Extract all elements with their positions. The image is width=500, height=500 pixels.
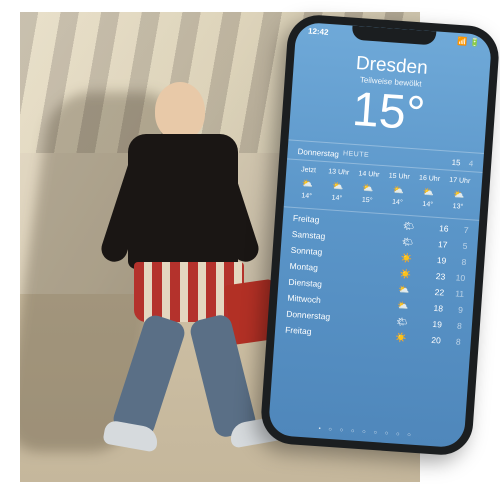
phone-notch: [352, 26, 437, 46]
weather-icon: ⛅: [444, 187, 473, 202]
weather-icon: ☀️: [381, 331, 422, 345]
weather-icon: 🌤: [387, 235, 428, 249]
hour-col: 17 Uhr⛅13°: [443, 175, 474, 213]
weather-app-screen[interactable]: 12:42 📶 🔋 Dresden Teilweise bewölkt 15° …: [268, 22, 492, 449]
hour-col: 13 Uhr⛅14°: [322, 167, 353, 205]
weather-icon: ⛅: [414, 185, 443, 200]
status-time: 12:42: [308, 26, 329, 36]
weather-icon: ⛅: [293, 177, 322, 192]
weather-icon: ⛅: [353, 181, 382, 196]
weather-icon: ⛅: [384, 183, 413, 198]
weather-icon: 🌤: [388, 219, 429, 233]
today-high: 15: [451, 158, 461, 168]
today-low: 4: [468, 159, 473, 168]
hour-col: 15 Uhr⛅14°: [383, 171, 414, 209]
weather-icon: ☀️: [386, 251, 427, 265]
weather-icon: ⛅: [323, 179, 352, 194]
weather-icon: ☀️: [385, 267, 426, 281]
weather-icon: ⛅: [384, 283, 425, 297]
weather-icon: 🌤: [382, 315, 423, 329]
today-dayname: Donnerstag: [297, 147, 339, 159]
weather-icon: ⛅: [383, 299, 424, 313]
hour-col: Jetzt⛅14°: [292, 165, 323, 203]
status-icons: 📶 🔋: [457, 37, 480, 48]
phone-mockup: 12:42 📶 🔋 Dresden Teilweise bewölkt 15° …: [259, 13, 500, 457]
person-walking: [100, 82, 270, 452]
page-indicator[interactable]: • ○ ○ ○ ○ ○ ○ ○ ○: [268, 423, 464, 443]
hour-col: 14 Uhr⛅15°: [353, 169, 384, 207]
daily-forecast[interactable]: Freitag🌤167 Samstag🌤175 Sonntag☀️198 Mon…: [274, 207, 479, 352]
hour-col: 16 Uhr⛅14°: [413, 173, 444, 211]
today-tag: HEUTE: [343, 150, 370, 161]
